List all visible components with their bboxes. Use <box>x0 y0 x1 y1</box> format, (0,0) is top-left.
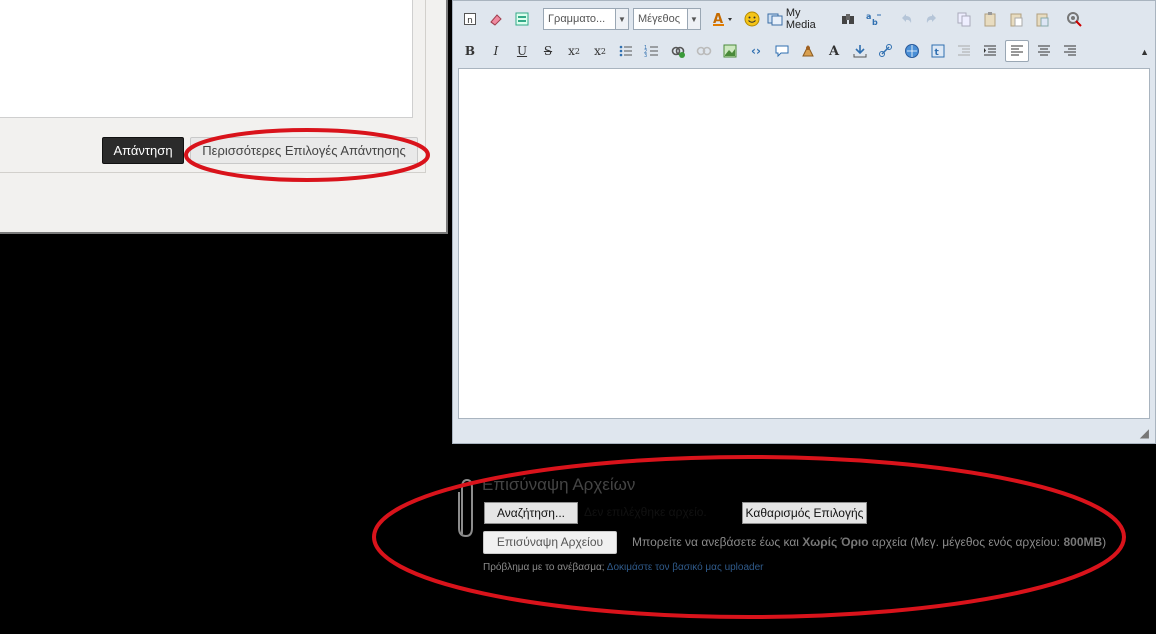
outdent-icon[interactable] <box>953 40 975 62</box>
chevron-down-icon: ▼ <box>615 9 628 29</box>
my-media-label: My Media <box>785 7 816 31</box>
font-style-icon[interactable]: A <box>823 40 845 62</box>
superscript-icon[interactable]: x2 <box>589 40 611 62</box>
limit-size: 800MB <box>1063 535 1103 549</box>
reply-button[interactable]: Απάντηση <box>102 137 184 164</box>
web-icon[interactable] <box>901 40 923 62</box>
link-icon[interactable] <box>667 40 689 62</box>
numbered-list-icon[interactable]: 123 <box>641 40 663 62</box>
spoiler-icon[interactable] <box>797 40 819 62</box>
copy-icon[interactable] <box>953 8 975 30</box>
upload-file-button[interactable]: Επισύναψη Αρχείου <box>483 531 617 554</box>
editor-toolbar-row-1: n Γραμματο... ▼ Μέγεθος ▼ A My Media a b <box>459 6 1089 32</box>
svg-text:a: a <box>866 12 871 21</box>
upload-problem-text: Πρόβλημα με το ανέβασμα; Δοκιμάστε τον β… <box>483 562 763 573</box>
font-size-select[interactable]: Μέγεθος ▼ <box>633 8 701 30</box>
insert-icon[interactable] <box>849 40 871 62</box>
paste-text-icon[interactable] <box>1005 8 1027 30</box>
align-center-icon[interactable] <box>1033 40 1055 62</box>
more-reply-options-button[interactable]: Περισσότερες Επιλογές Απάντησης <box>190 137 418 164</box>
upload-limit-text: Μπορείτε να ανεβάσετε έως και Χωρίς Όριο… <box>632 535 1106 549</box>
source-icon[interactable]: n <box>459 8 481 30</box>
limit-suffix: ) <box>1102 535 1107 549</box>
rich-text-editor: n Γραμματο... ▼ Μέγεθος ▼ A My Media a b… <box>452 0 1156 444</box>
unlink-icon[interactable] <box>693 40 715 62</box>
subscript-icon[interactable]: x2 <box>563 40 585 62</box>
font-family-value: Γραμματο... <box>548 13 606 25</box>
layout-icon[interactable] <box>511 8 533 30</box>
editor-toolbar-row-2: B I U S x2 x2 123 ‹› A t <box>459 38 1085 64</box>
panel-divider <box>0 172 426 173</box>
browse-file-button[interactable]: Αναζήτηση... <box>484 502 578 524</box>
indent-icon[interactable] <box>979 40 1001 62</box>
bullet-list-icon[interactable] <box>615 40 637 62</box>
image-icon[interactable] <box>719 40 741 62</box>
spellcheck-icon[interactable]: ab <box>863 8 885 30</box>
align-right-icon[interactable] <box>1059 40 1081 62</box>
chevron-down-icon: ▼ <box>687 9 700 29</box>
svg-text:3: 3 <box>644 53 647 58</box>
undo-icon[interactable] <box>895 8 917 30</box>
media-icon[interactable]: t <box>927 40 949 62</box>
font-size-value: Μέγεθος <box>638 13 681 25</box>
basic-uploader-link[interactable]: Δοκιμάστε τον βασικό μας uploader <box>607 562 764 573</box>
paste-icon[interactable] <box>979 8 1001 30</box>
my-media-icon <box>767 13 783 26</box>
smiley-icon[interactable] <box>741 8 763 30</box>
strikethrough-icon[interactable]: S <box>537 40 559 62</box>
no-file-selected-text: Δεν επιλέχθηκε αρχείο. <box>584 505 707 519</box>
quote-icon[interactable] <box>771 40 793 62</box>
limit-count: Χωρίς Όριο <box>802 535 869 549</box>
align-left-icon[interactable] <box>1005 40 1029 62</box>
panel-divider <box>425 0 426 173</box>
limit-prefix: Μπορείτε να ανεβάσετε έως και <box>632 535 803 549</box>
code-icon[interactable]: ‹› <box>745 40 767 62</box>
settings-icon[interactable] <box>1063 8 1085 30</box>
paperclip-icon <box>458 478 473 538</box>
text-color-icon[interactable]: A <box>711 8 737 30</box>
quick-reply-textarea[interactable] <box>0 0 413 118</box>
editor-text-area[interactable] <box>458 68 1150 419</box>
svg-text:t: t <box>935 48 940 58</box>
eraser-icon[interactable] <box>485 8 507 30</box>
italic-icon[interactable]: I <box>485 40 507 62</box>
attachments-title: Επισύναψη Αρχείων <box>482 475 636 494</box>
paste-word-icon[interactable] <box>1031 8 1053 30</box>
problem-prefix: Πρόβλημα με το ανέβασμα; <box>483 562 605 573</box>
resize-handle-icon[interactable]: ◢ <box>1140 426 1149 440</box>
font-family-select[interactable]: Γραμματο... ▼ <box>543 8 629 30</box>
toolbar-collapse-icon[interactable]: ▲ <box>1140 47 1149 57</box>
clear-selection-button[interactable]: Καθαρισμός Επιλογής <box>742 502 867 524</box>
find-icon[interactable] <box>837 8 859 30</box>
quick-reply-panel: Απάντηση Περισσότερες Επιλογές Απάντησης <box>0 0 448 234</box>
svg-text:n: n <box>467 16 473 26</box>
svg-text:b: b <box>872 18 878 27</box>
my-media-button[interactable]: My Media <box>767 7 833 31</box>
bold-icon[interactable]: B <box>459 40 481 62</box>
limit-mid: αρχεία (Μεγ. μέγεθος ενός αρχείου: <box>868 535 1064 549</box>
redo-icon[interactable] <box>921 8 943 30</box>
hyperlink-icon[interactable] <box>875 40 897 62</box>
underline-icon[interactable]: U <box>511 40 533 62</box>
